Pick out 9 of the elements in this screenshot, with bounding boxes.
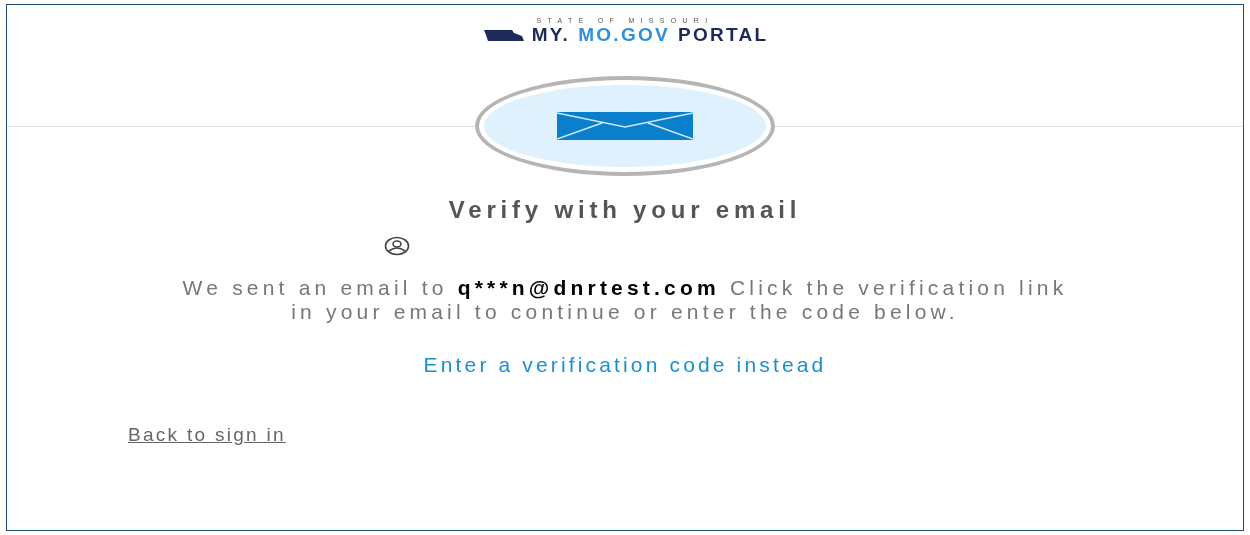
verification-code-link[interactable]: Enter a verification code instead (423, 349, 827, 381)
logo-wordmark: PORTAL (677, 25, 769, 44)
logo-wordmark: MY. (531, 25, 571, 44)
back-to-sign-in-link[interactable]: Back to sign in (128, 420, 286, 449)
logo-wordmark: MO.GOV (578, 25, 670, 44)
page-title: Verify with your email (447, 198, 803, 222)
verification-message: We sent an email to q***n@dnrtest.com Click the verification link in your email to continue or enter the code below. (181, 276, 1069, 324)
user-icon (384, 236, 410, 256)
envelope-icon (557, 112, 693, 140)
